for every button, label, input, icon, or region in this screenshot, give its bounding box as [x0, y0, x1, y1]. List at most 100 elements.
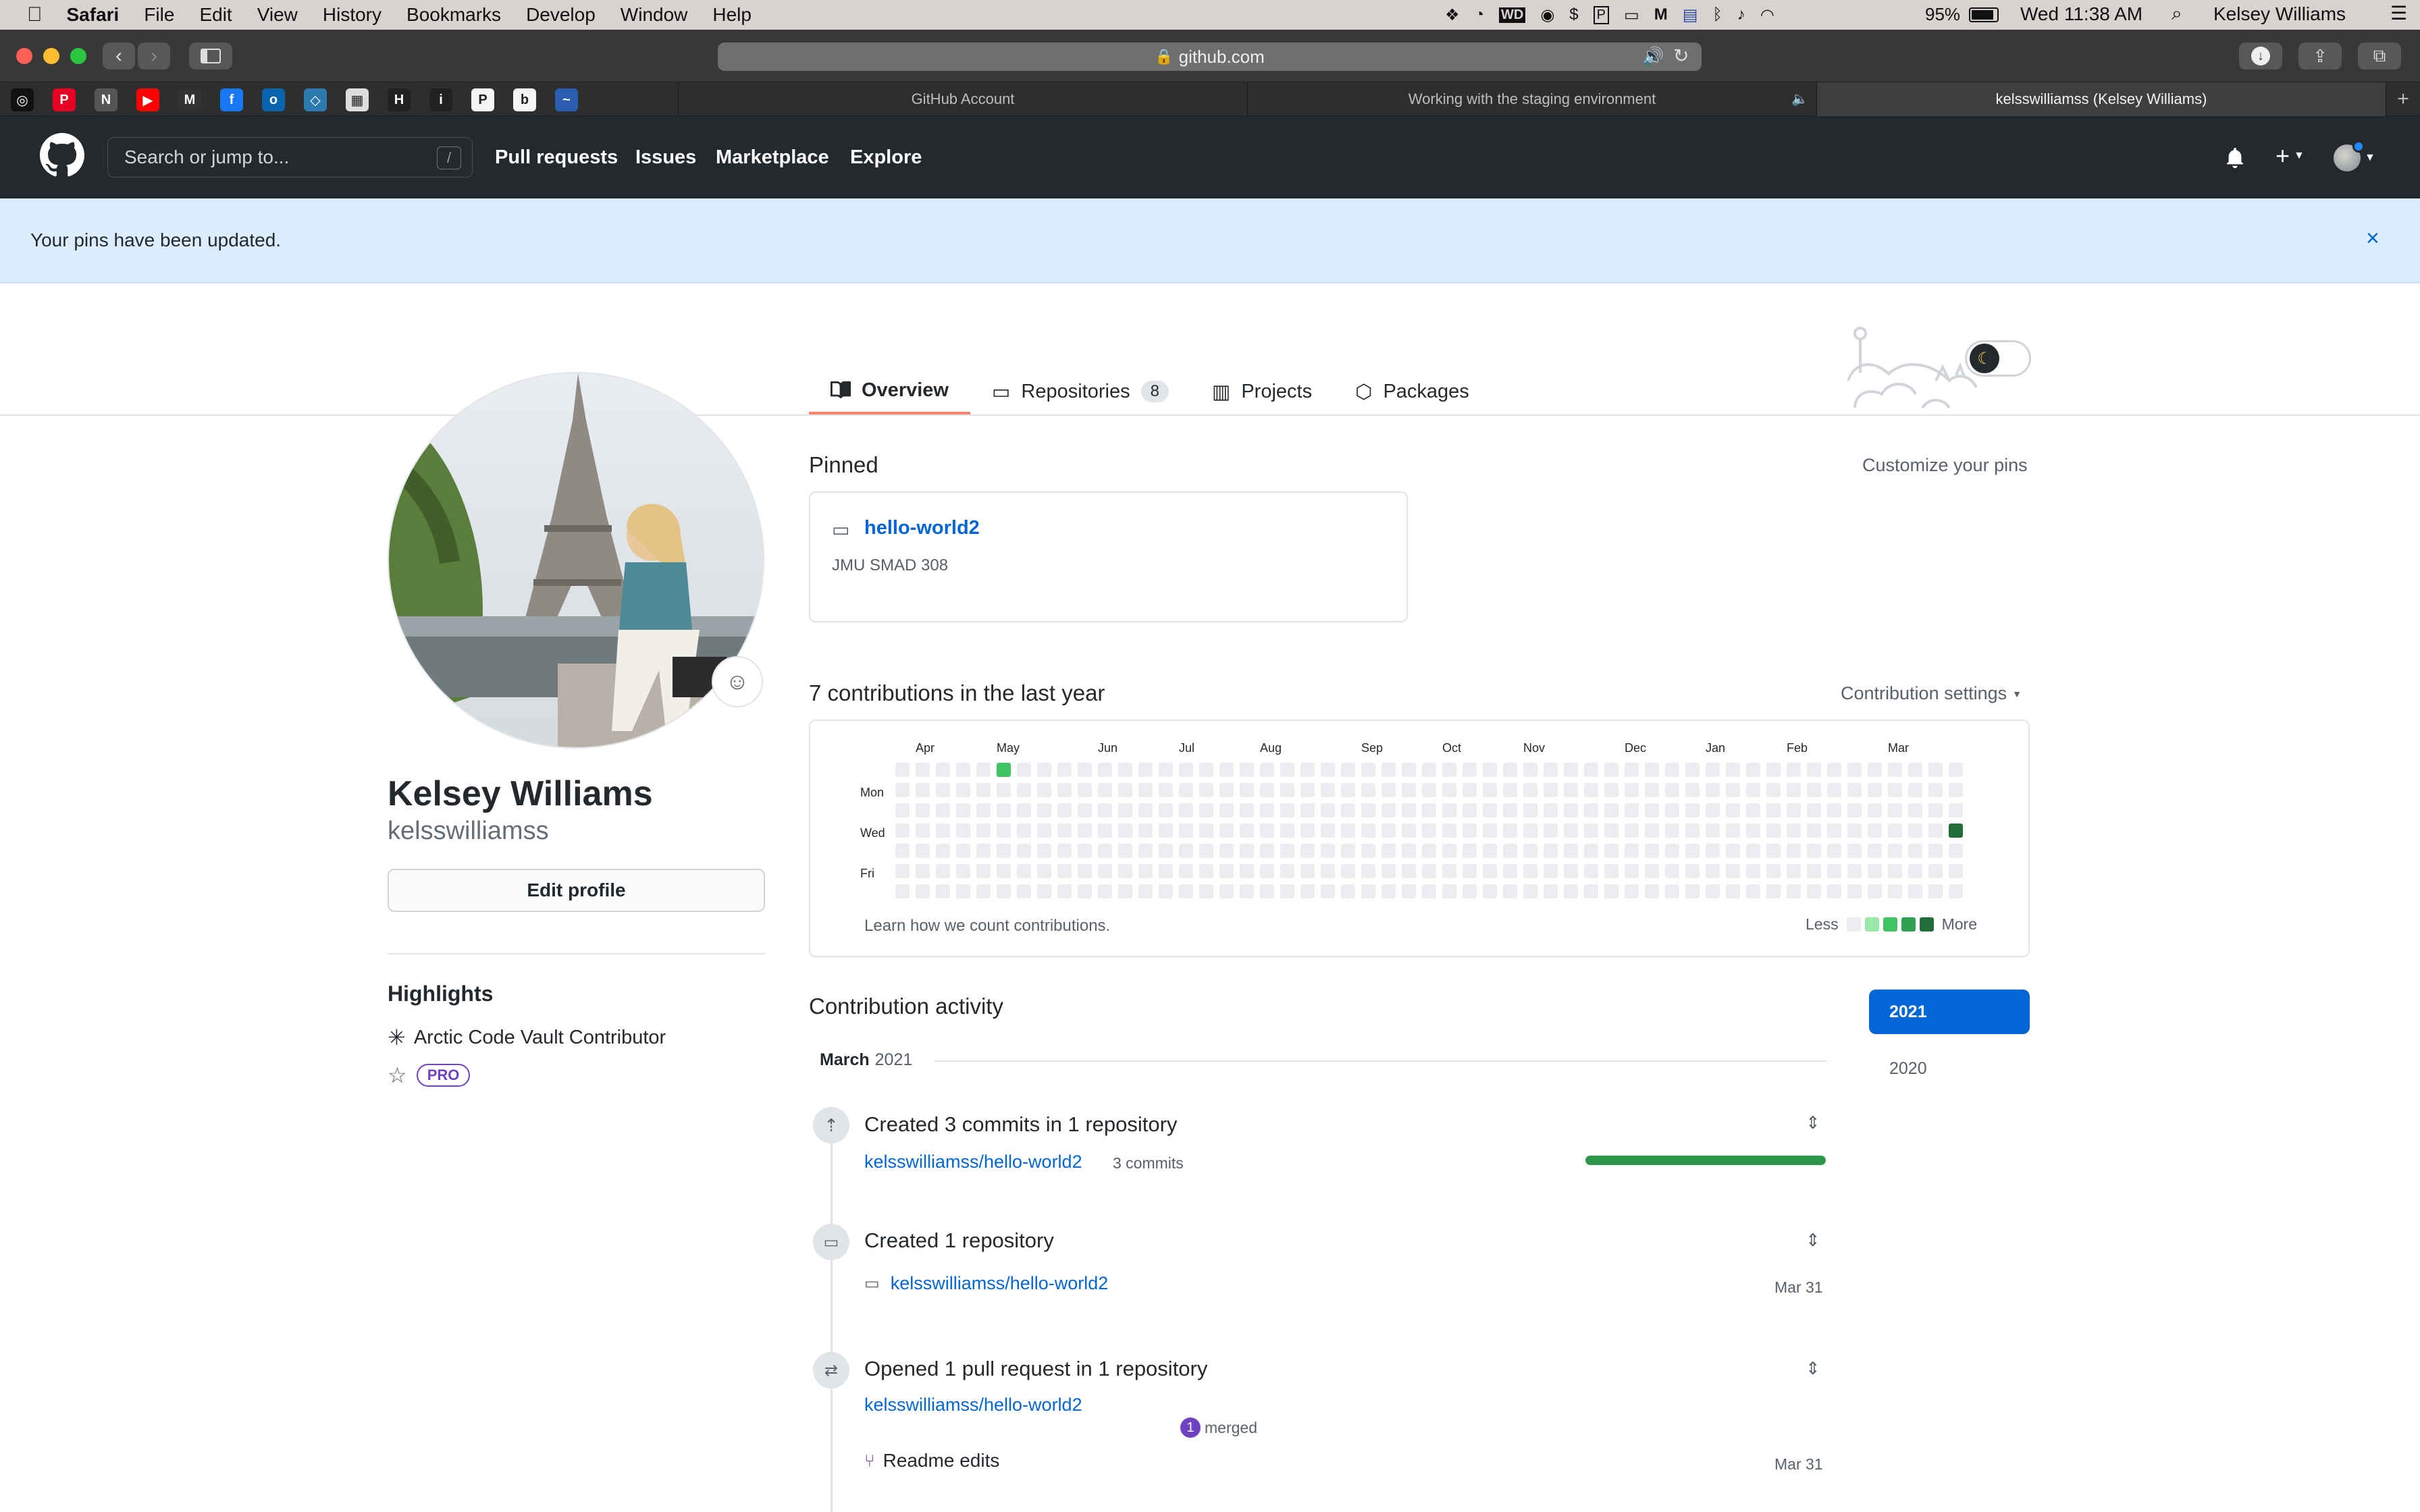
- contribution-day-cell[interactable]: [1078, 824, 1092, 838]
- pr-title[interactable]: Readme edits: [883, 1450, 1000, 1472]
- contribution-day-cell[interactable]: [1179, 783, 1193, 797]
- contribution-day-cell[interactable]: [1868, 864, 1882, 878]
- contribution-day-cell[interactable]: [1726, 864, 1740, 878]
- contribution-day-cell[interactable]: [1503, 763, 1517, 777]
- contribution-day-cell[interactable]: [1483, 763, 1497, 777]
- notifications-bell-icon[interactable]: [2225, 147, 2245, 169]
- contribution-day-cell[interactable]: [1402, 864, 1416, 878]
- contribution-day-cell[interactable]: [1199, 803, 1213, 817]
- contribution-day-cell[interactable]: [1341, 803, 1355, 817]
- contribution-day-cell[interactable]: [1260, 844, 1274, 858]
- contribution-day-cell[interactable]: [1300, 783, 1315, 797]
- contribution-day-cell[interactable]: [1321, 864, 1335, 878]
- tab-projects[interactable]: ▥ Projects: [1190, 369, 1334, 414]
- contribution-day-cell[interactable]: [1685, 824, 1700, 838]
- contribution-day-cell[interactable]: [1138, 803, 1153, 817]
- commits-summary[interactable]: Created 3 commits in 1 repository: [864, 1112, 1177, 1137]
- contribution-day-cell[interactable]: [1868, 763, 1882, 777]
- contribution-day-cell[interactable]: [1625, 864, 1639, 878]
- contribution-day-cell[interactable]: [1017, 763, 1031, 777]
- contribution-day-cell[interactable]: [1138, 824, 1153, 838]
- contribution-day-cell[interactable]: [1402, 884, 1416, 898]
- contribution-day-cell[interactable]: [1159, 864, 1173, 878]
- contribution-day-cell[interactable]: [976, 824, 991, 838]
- contribution-day-cell[interactable]: [1361, 844, 1375, 858]
- contribution-day-cell[interactable]: [1665, 763, 1679, 777]
- airplay-icon[interactable]: ▭: [1624, 5, 1639, 25]
- contribution-day-cell[interactable]: [1017, 824, 1031, 838]
- contribution-day-cell[interactable]: [1078, 803, 1092, 817]
- contribution-day-cell[interactable]: [976, 844, 991, 858]
- contribution-day-cell[interactable]: [1746, 864, 1760, 878]
- contribution-day-cell[interactable]: [997, 763, 1011, 777]
- contribution-day-cell[interactable]: [1503, 824, 1517, 838]
- contribution-day-cell[interactable]: [1422, 844, 1436, 858]
- contribution-day-cell[interactable]: [1645, 884, 1659, 898]
- contribution-day-cell[interactable]: [1402, 783, 1416, 797]
- contribution-day-cell[interactable]: [976, 783, 991, 797]
- menu-history[interactable]: History: [323, 4, 382, 26]
- contribution-day-cell[interactable]: [1260, 763, 1274, 777]
- contribution-day-cell[interactable]: [1847, 884, 1862, 898]
- contribution-day-cell[interactable]: [1544, 803, 1558, 817]
- tab-github-account[interactable]: GitHub Account: [678, 82, 1247, 116]
- contribution-day-cell[interactable]: [1726, 824, 1740, 838]
- contribution-day-cell[interactable]: [1584, 844, 1598, 858]
- contribution-day-cell[interactable]: [1584, 864, 1598, 878]
- contribution-day-cell[interactable]: [1483, 783, 1497, 797]
- contribution-day-cell[interactable]: [1746, 763, 1760, 777]
- contribution-day-cell[interactable]: [1321, 803, 1335, 817]
- contribution-day-cell[interactable]: [1138, 844, 1153, 858]
- contribution-day-cell[interactable]: [1442, 864, 1456, 878]
- contribution-day-cell[interactable]: [1422, 763, 1436, 777]
- contribution-day-cell[interactable]: [1584, 763, 1598, 777]
- contribution-day-cell[interactable]: [916, 884, 930, 898]
- contribution-day-cell[interactable]: [1179, 803, 1193, 817]
- contribution-day-cell[interactable]: [1949, 803, 1963, 817]
- contribution-day-cell[interactable]: [956, 864, 970, 878]
- contribution-day-cell[interactable]: [916, 783, 930, 797]
- contribution-day-cell[interactable]: [1726, 763, 1740, 777]
- contribution-day-cell[interactable]: [1564, 803, 1578, 817]
- contribution-day-cell[interactable]: [1888, 763, 1902, 777]
- contribution-day-cell[interactable]: [1280, 844, 1294, 858]
- contribution-day-cell[interactable]: [1300, 844, 1315, 858]
- contribution-day-cell[interactable]: [1260, 803, 1274, 817]
- contribution-day-cell[interactable]: [1280, 824, 1294, 838]
- contribution-day-cell[interactable]: [1300, 824, 1315, 838]
- contribution-day-cell[interactable]: [1057, 844, 1072, 858]
- info-icon[interactable]: i: [429, 88, 452, 111]
- contribution-day-cell[interactable]: [1078, 844, 1092, 858]
- contribution-day-cell[interactable]: [1361, 884, 1375, 898]
- contribution-day-cell[interactable]: [1321, 824, 1335, 838]
- contribution-day-cell[interactable]: [1949, 844, 1963, 858]
- canvas-icon[interactable]: ◇: [304, 88, 327, 111]
- contribution-day-cell[interactable]: [1787, 844, 1801, 858]
- contribution-day-cell[interactable]: [1685, 763, 1700, 777]
- contribution-day-cell[interactable]: [1665, 824, 1679, 838]
- flag-icon[interactable]: ▤: [1683, 5, 1698, 25]
- contribution-day-cell[interactable]: [1240, 824, 1254, 838]
- contribution-day-cell[interactable]: [1361, 803, 1375, 817]
- created-repo-link[interactable]: kelsswilliamss/hello-world2: [891, 1273, 1109, 1294]
- contribution-day-cell[interactable]: [956, 803, 970, 817]
- contribution-day-cell[interactable]: [1928, 884, 1943, 898]
- nav-explore[interactable]: Explore: [850, 146, 922, 169]
- contribution-day-cell[interactable]: [1321, 783, 1335, 797]
- contribution-day-cell[interactable]: [1422, 803, 1436, 817]
- contribution-day-cell[interactable]: [1949, 763, 1963, 777]
- contribution-day-cell[interactable]: [1847, 783, 1862, 797]
- contribution-day-cell[interactable]: [1463, 803, 1477, 817]
- address-bar[interactable]: 🔒 github.com: [718, 43, 1702, 71]
- contribution-day-cell[interactable]: [1199, 783, 1213, 797]
- contribution-day-cell[interactable]: [1625, 783, 1639, 797]
- contribution-day-cell[interactable]: [1463, 824, 1477, 838]
- created-repo-summary[interactable]: Created 1 repository: [864, 1228, 1054, 1253]
- contribution-day-cell[interactable]: [1908, 763, 1922, 777]
- contribution-day-cell[interactable]: [1503, 864, 1517, 878]
- contribution-day-cell[interactable]: [1766, 783, 1781, 797]
- contribution-day-cell[interactable]: [916, 763, 930, 777]
- malwarebytes-icon[interactable]: M: [1654, 5, 1668, 24]
- pinterest-icon[interactable]: P: [53, 88, 76, 111]
- contribution-day-cell[interactable]: [1138, 884, 1153, 898]
